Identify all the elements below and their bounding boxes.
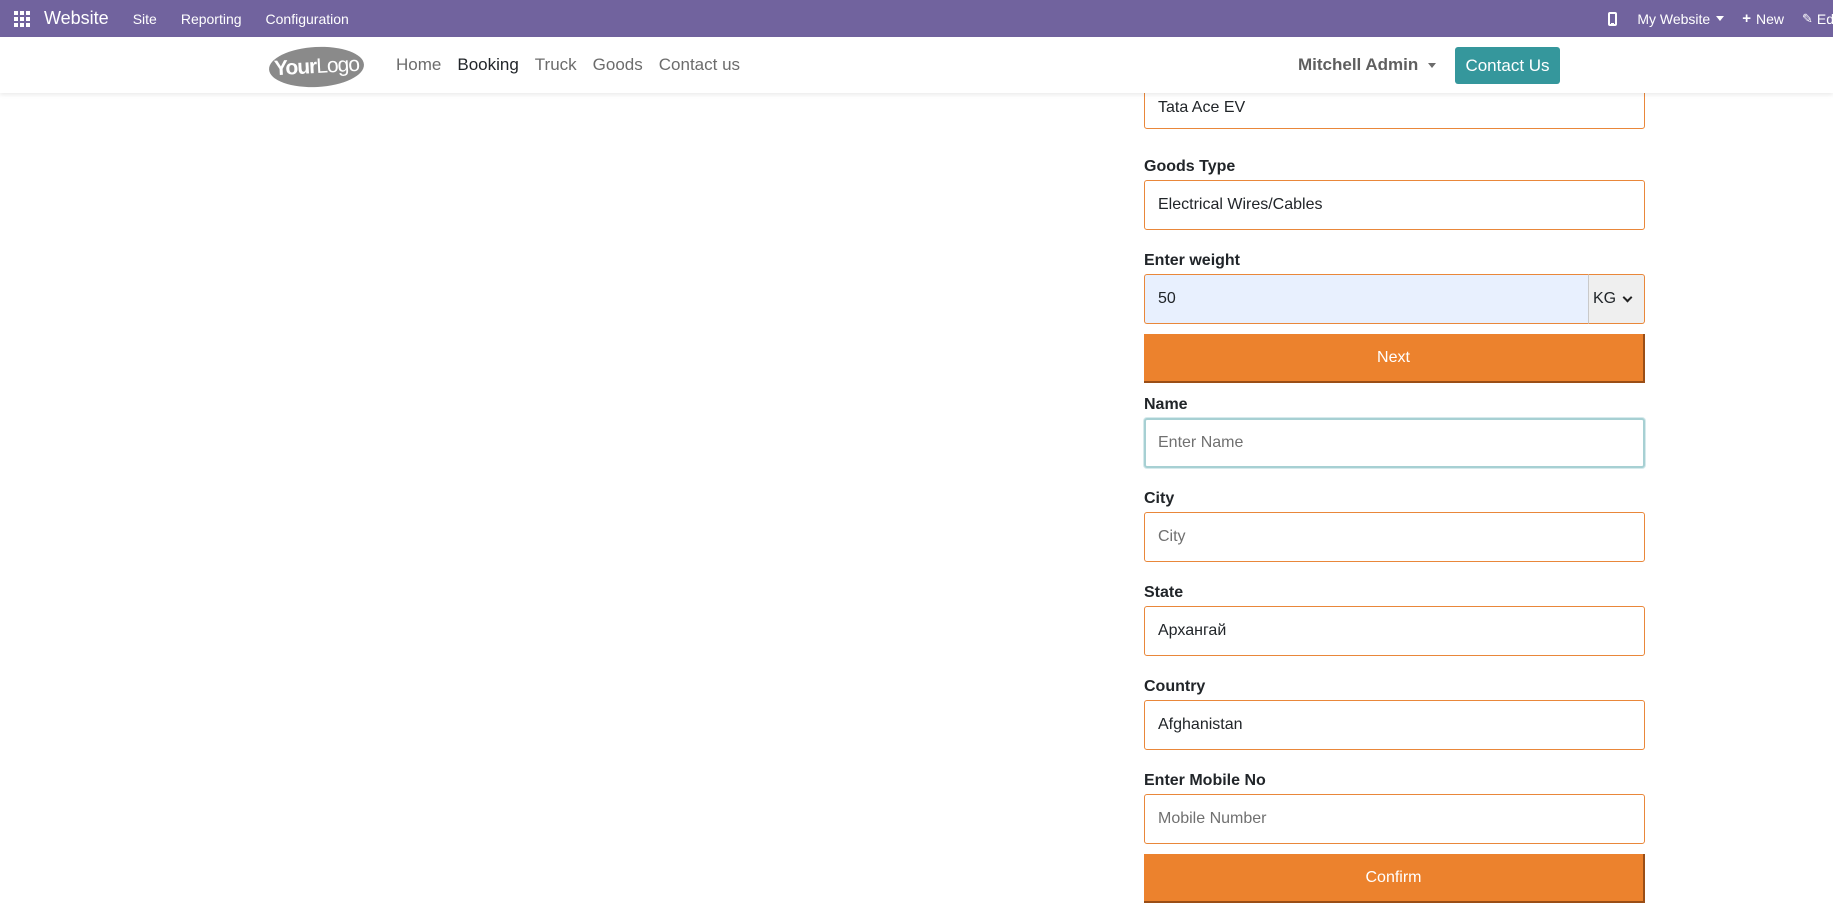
pencil-icon: ✎ <box>1801 10 1813 26</box>
edit-button[interactable]: ✎ Edit <box>1802 11 1833 27</box>
site-header: Your Logo Home Booking Truck Goods Conta… <box>0 37 1833 93</box>
name-label: Name <box>1144 396 1188 413</box>
user-menu[interactable]: Mitchell Admin <box>1298 37 1437 93</box>
edit-button-label: Edit <box>1816 10 1833 27</box>
mobile-input[interactable]: Mobile Number <box>1144 794 1645 844</box>
new-button-label: New <box>1755 10 1784 27</box>
nav-goods[interactable]: Goods <box>593 55 643 75</box>
weight-label: Enter weight <box>1144 252 1241 269</box>
user-name: Mitchell Admin <box>1298 55 1419 74</box>
next-button[interactable]: Next <box>1144 334 1645 383</box>
weight-unit-value: KG <box>1593 290 1617 307</box>
state-label: State <box>1144 584 1184 601</box>
country-label: Country <box>1144 678 1206 695</box>
website-selector[interactable]: My Website <box>1637 10 1725 27</box>
logo-text-light: Logo <box>315 52 360 78</box>
goods-type-field[interactable]: Electrical Wires/Cables <box>1144 180 1645 230</box>
new-button[interactable]: + New <box>1742 10 1784 27</box>
weight-unit-select[interactable]: KG <box>1589 274 1645 324</box>
city-input[interactable]: City <box>1144 512 1645 562</box>
nav-booking[interactable]: Booking <box>457 55 518 75</box>
admin-brand[interactable]: Website <box>44 8 109 29</box>
caret-down-icon <box>1428 62 1437 68</box>
admin-menu-reporting[interactable]: Reporting <box>181 11 242 27</box>
site-logo[interactable]: Your Logo <box>268 44 365 90</box>
website-selector-label: My Website <box>1637 10 1711 27</box>
mobile-preview-icon[interactable] <box>1608 11 1618 26</box>
name-input[interactable]: Enter Name <box>1144 418 1645 468</box>
mobile-label: Enter Mobile No <box>1144 772 1266 789</box>
caret-down-icon <box>1716 16 1725 21</box>
apps-menu-icon[interactable] <box>0 0 44 37</box>
nav-truck[interactable]: Truck <box>535 55 577 75</box>
logo-text-bold: Your <box>273 55 317 81</box>
weight-row: 50 KG <box>1144 274 1645 324</box>
contact-us-button[interactable]: Contact Us <box>1455 47 1560 84</box>
nav-home[interactable]: Home <box>396 55 441 75</box>
state-field[interactable]: Архангай <box>1144 606 1645 656</box>
truck-field[interactable]: Tata Ace EV <box>1144 87 1645 129</box>
admin-menu-site[interactable]: Site <box>133 11 157 27</box>
admin-right-controls: My Website + New ✎ Edit <box>1608 0 1833 37</box>
city-label: City <box>1144 490 1175 507</box>
plus-icon: + <box>1742 10 1751 27</box>
admin-top-bar: Website Site Reporting Configuration My … <box>0 0 1833 37</box>
nav-contact-us[interactable]: Contact us <box>659 55 740 75</box>
confirm-button[interactable]: Confirm <box>1144 854 1645 903</box>
main-nav: Home Booking Truck Goods Contact us <box>396 37 740 93</box>
chevron-down-icon <box>1622 292 1633 302</box>
country-field[interactable]: Afghanistan <box>1144 700 1645 750</box>
weight-input[interactable]: 50 <box>1144 274 1589 324</box>
goods-type-label: Goods Type <box>1144 158 1236 175</box>
admin-menu-configuration[interactable]: Configuration <box>266 11 349 27</box>
